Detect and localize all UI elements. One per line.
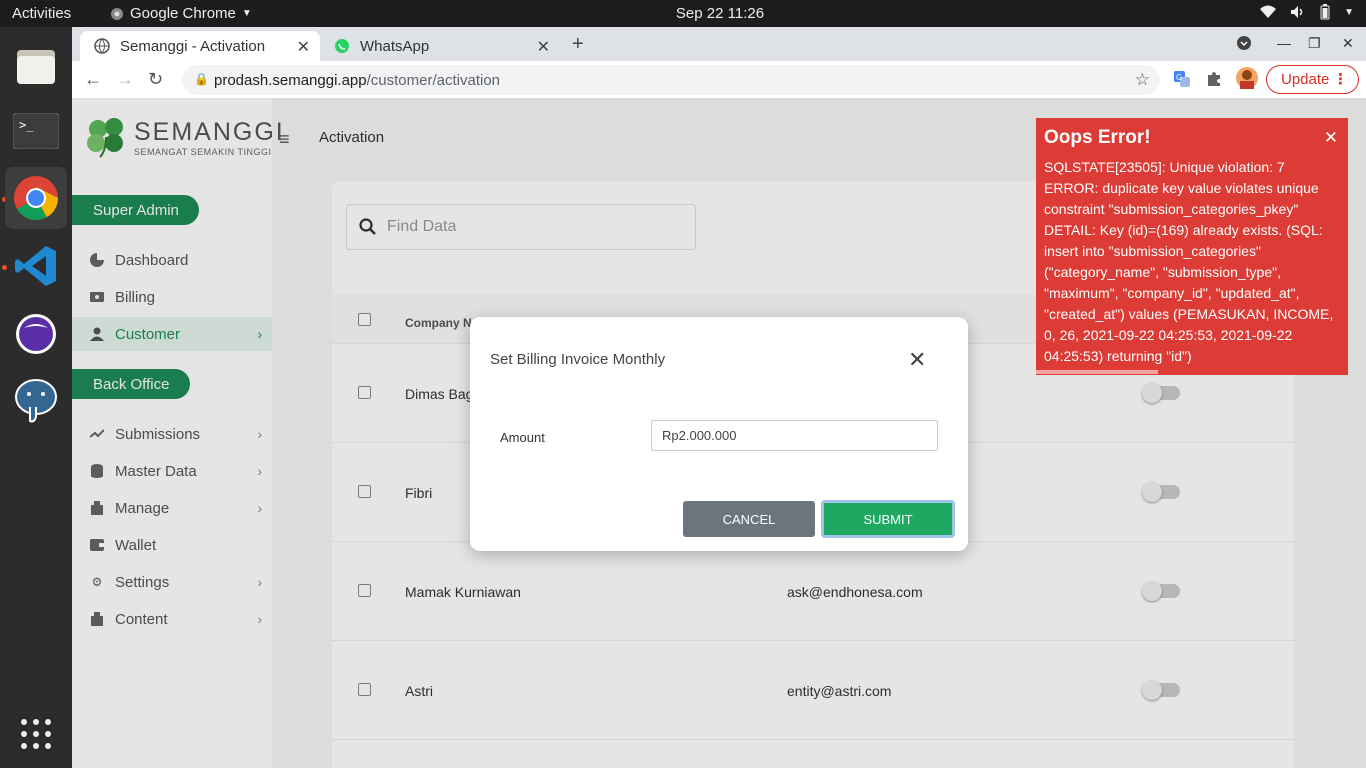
close-tab-icon[interactable]: ✕ <box>537 37 550 57</box>
system-tray[interactable]: ▼ <box>1260 4 1354 20</box>
billing-invoice-modal: Set Billing Invoice Monthly ✕ Amount CAN… <box>470 317 968 551</box>
page-viewport: SEMANGGI SEMANGAT SEMAKIN TINGGI Super A… <box>72 99 1366 768</box>
modal-title: Set Billing Invoice Monthly <box>490 351 666 368</box>
battery-icon <box>1320 4 1330 20</box>
clock[interactable]: Sep 22 11:26 <box>0 5 1366 22</box>
close-tab-icon[interactable]: ✕ <box>297 37 310 57</box>
error-toast: Oops Error! ✕ SQLSTATE[23505]: Unique vi… <box>1036 118 1348 375</box>
app-grid-icon[interactable] <box>5 703 67 765</box>
power-menu-icon: ▼ <box>1344 6 1354 18</box>
terminal-icon[interactable]: >_ <box>5 100 67 162</box>
tab-title: Semanggi - Activation <box>120 37 266 55</box>
reload-icon[interactable]: ↻ <box>148 69 163 90</box>
chrome-icon[interactable] <box>5 167 67 229</box>
back-icon[interactable]: ← <box>84 69 102 90</box>
globe-icon <box>94 38 110 54</box>
files-icon[interactable] <box>5 35 67 97</box>
close-window-icon[interactable]: ✕ <box>1342 35 1354 52</box>
minimize-icon[interactable]: — <box>1277 35 1291 51</box>
update-label: Update <box>1281 71 1330 88</box>
kebab-menu-icon: ⋮ <box>1333 71 1348 88</box>
extensions-puzzle-icon[interactable] <box>1205 70 1223 92</box>
lock-icon: 🔒 <box>194 72 209 86</box>
vscode-icon[interactable] <box>5 235 67 297</box>
maximize-icon[interactable]: ❐ <box>1308 35 1321 52</box>
bookmark-star-icon[interactable]: ☆ <box>1135 70 1150 90</box>
browser-window: Semanggi - Activation ✕ WhatsApp ✕ + — ❐… <box>72 27 1366 768</box>
submit-button[interactable]: SUBMIT <box>821 500 955 538</box>
tab-whatsapp[interactable]: WhatsApp ✕ <box>320 31 560 61</box>
toast-message: SQLSTATE[23505]: Unique violation: 7 ERR… <box>1044 159 1334 364</box>
amount-field[interactable] <box>651 420 938 451</box>
amount-label: Amount <box>500 430 545 445</box>
volume-icon <box>1291 6 1303 18</box>
system-top-bar: Activities Google Chrome ▼ Sep 22 11:26 … <box>0 0 1366 27</box>
cancel-button[interactable]: CANCEL <box>683 501 815 537</box>
wifi-icon <box>1260 5 1277 18</box>
whatsapp-icon <box>335 39 349 53</box>
close-icon[interactable]: ✕ <box>1324 128 1338 148</box>
svg-text:G: G <box>1176 73 1182 82</box>
browser-toolbar: ← → ↻ 🔒 prodash.semanggi.app/customer/ac… <box>72 61 1366 99</box>
close-icon[interactable]: ✕ <box>908 347 926 373</box>
postgresql-icon[interactable] <box>5 370 67 432</box>
profile-avatar[interactable] <box>1235 66 1259 94</box>
url-path: /customer/activation <box>366 71 500 89</box>
svg-text:>_: >_ <box>19 118 34 132</box>
tab-title: WhatsApp <box>360 37 430 55</box>
new-tab-button[interactable]: + <box>572 33 584 56</box>
translate-icon[interactable]: G <box>1173 70 1191 92</box>
dock: >_ <box>0 27 72 768</box>
eclipse-icon[interactable] <box>5 303 67 365</box>
address-bar[interactable]: 🔒 prodash.semanggi.app/customer/activati… <box>182 65 1160 95</box>
update-button[interactable]: Update ⋮ <box>1266 65 1359 94</box>
tab-search-icon[interactable] <box>1236 35 1252 54</box>
tab-strip: Semanggi - Activation ✕ WhatsApp ✕ + — ❐… <box>72 27 1366 61</box>
tab-semanggi[interactable]: Semanggi - Activation ✕ <box>80 31 320 61</box>
toast-title: Oops Error! <box>1044 127 1151 148</box>
toast-progress-bar <box>1036 370 1158 374</box>
url-host: prodash.semanggi.app <box>214 71 367 89</box>
forward-icon[interactable]: → <box>116 69 134 90</box>
